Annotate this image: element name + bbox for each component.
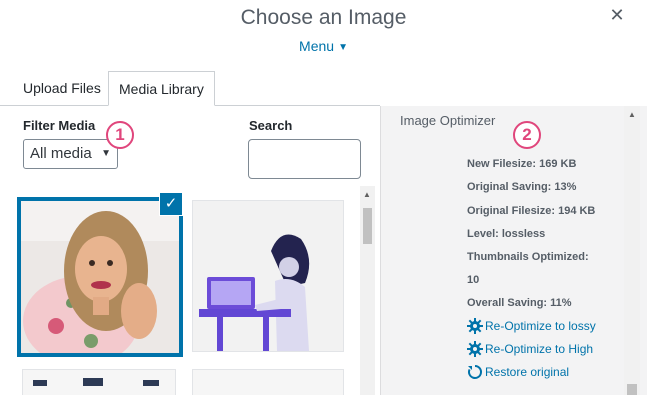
thumbnails-optimized-value: 10	[467, 274, 480, 286]
filter-media-select[interactable]: All media ▼	[23, 139, 118, 169]
tab-media-library[interactable]: Media Library	[108, 71, 215, 106]
close-icon[interactable]: ✕	[608, 6, 626, 24]
gear-icon	[467, 341, 483, 357]
attachments-grid: ✓	[0, 186, 380, 395]
details-scrollbar[interactable]: ▲	[624, 106, 640, 395]
step-badge-2: 2	[513, 121, 541, 149]
thumbnails-optimized-label: Thumbnails Optimized:	[467, 251, 589, 263]
attachment-thumbnail[interactable]	[192, 369, 344, 395]
attachment-thumbnail[interactable]	[22, 369, 176, 395]
restore-icon	[468, 365, 482, 379]
overall-saving: Overall Saving: 11%	[467, 297, 572, 309]
search-input[interactable]	[248, 139, 361, 179]
modal-header: Choose an Image ✕ Menu ▼	[0, 0, 647, 70]
media-tabs: Upload Files Media Library	[0, 71, 380, 106]
scrollbar-thumb[interactable]	[363, 208, 372, 244]
attachment-details-panel: Image Optimizer New Filesize: 169 KB Ori…	[380, 106, 647, 395]
filter-media-label: Filter Media	[23, 118, 96, 133]
reoptimize-high-link[interactable]: Re-Optimize to High	[467, 341, 593, 357]
tab-upload-files[interactable]: Upload Files	[13, 71, 111, 105]
modal-title: Choose an Image	[240, 6, 407, 29]
caret-down-icon: ▼	[338, 42, 348, 53]
laptop-illustration-image	[193, 201, 343, 351]
gear-icon	[467, 318, 483, 334]
search-label: Search	[249, 118, 293, 133]
original-saving: Original Saving: 13%	[467, 181, 577, 193]
original-filesize: Original Filesize: 194 KB	[467, 205, 596, 217]
scroll-up-icon[interactable]: ▲	[363, 190, 371, 199]
scrollbar-thumb[interactable]	[627, 384, 637, 395]
level: Level: lossless	[467, 228, 546, 240]
reoptimize-lossy-label: Re-Optimize to lossy	[485, 319, 596, 333]
restore-original-link[interactable]: Restore original	[467, 364, 569, 380]
attachment-thumbnail-illustration[interactable]	[192, 200, 344, 352]
grid-scrollbar[interactable]: ▲	[360, 186, 375, 395]
menu-toggle[interactable]: Menu ▼	[0, 38, 647, 54]
scroll-up-icon[interactable]: ▲	[628, 110, 636, 119]
media-browser: Filter Media All media ▼ Search ✓	[0, 106, 380, 395]
reoptimize-lossy-link[interactable]: Re-Optimize to lossy	[467, 318, 596, 334]
reoptimize-high-label: Re-Optimize to High	[485, 342, 594, 356]
image-optimizer-heading: Image Optimizer	[400, 113, 496, 128]
step-badge-1: 1	[106, 121, 134, 149]
menu-label: Menu	[299, 38, 335, 54]
selected-check-icon[interactable]: ✓	[159, 192, 183, 216]
restore-original-label: Restore original	[485, 365, 570, 379]
new-filesize: New Filesize: 169 KB	[467, 158, 577, 170]
woman-photo-image	[21, 201, 179, 353]
filter-media-value: All media	[30, 145, 92, 162]
partial-image	[33, 378, 159, 386]
attachment-thumbnail-woman-selected[interactable]	[17, 197, 183, 357]
